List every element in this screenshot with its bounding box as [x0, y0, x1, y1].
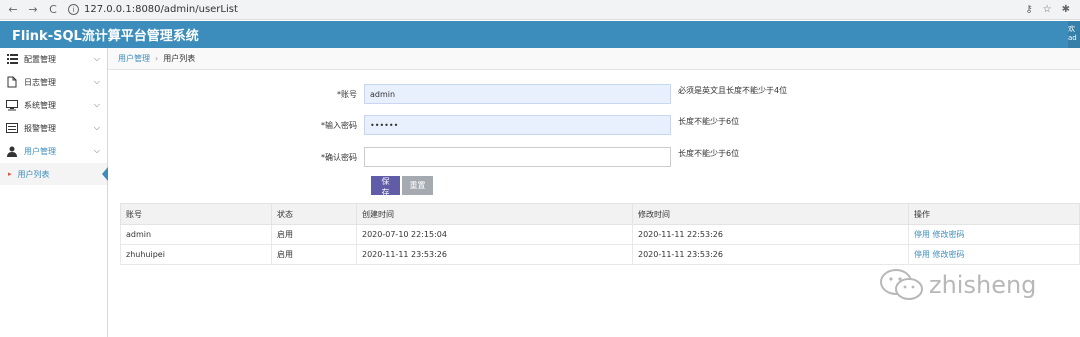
app-title[interactable]: Flink-SQL流计算平台管理系统 [12, 25, 199, 44]
cell-modified: 2020-11-11 22:53:26 [632, 224, 909, 245]
change-password-link[interactable]: 修改密码 [933, 230, 965, 239]
save-button[interactable]: 保存 [371, 176, 400, 197]
sidebar-item-users[interactable]: 用户管理 ⌵ [0, 140, 107, 163]
alert-card-icon [6, 122, 18, 134]
cell-account: zhuhuipei [120, 244, 272, 265]
sidebar-item-system[interactable]: 系统管理 ⌵ [0, 94, 107, 117]
reset-button[interactable]: 重置 [402, 176, 433, 195]
table-header-row: 账号 状态 创建时间 修改时间 操作 [120, 203, 1080, 225]
user-icon [6, 145, 18, 157]
breadcrumb: 用户管理 › 用户列表 [108, 48, 1080, 70]
account-label: *账号 [337, 89, 357, 99]
browser-toolbar: ← → C i 127.0.0.1:8080/admin/userList ⚷ … [0, 0, 1080, 20]
column-header-actions: 操作 [908, 203, 1080, 225]
monitor-icon [6, 99, 18, 111]
cell-created: 2020-11-11 23:53:26 [356, 244, 633, 265]
column-header-created: 创建时间 [356, 203, 633, 225]
chevron-down-icon: ⌵ [93, 54, 100, 63]
back-icon[interactable]: ← [6, 3, 20, 17]
table-row: admin 启用 2020-07-10 22:15:04 2020-11-11 … [120, 224, 1080, 245]
account-row: *账号 必须是英文且长度不能少于4位 [108, 84, 787, 104]
info-icon[interactable]: i [68, 4, 79, 15]
cell-actions: 停用 修改密码 [908, 224, 1080, 245]
change-password-link[interactable]: 修改密码 [933, 250, 965, 259]
sidebar: 配置管理 ⌵ 日志管理 ⌵ 系统管理 ⌵ 报警管理 ⌵ 用户管理 ⌵ ▸ 用户列… [0, 48, 108, 337]
sidebar-subitem-user-list[interactable]: ▸ 用户列表 [0, 163, 108, 185]
chevron-down-icon: ⌵ [93, 100, 100, 109]
reload-icon[interactable]: C [46, 3, 60, 17]
breadcrumb-separator-icon: › [155, 54, 159, 63]
sidebar-subitem-label: 用户列表 [17, 169, 50, 179]
sidebar-item-label: 配置管理 [24, 54, 56, 64]
chevron-down-icon: ⌵ [93, 146, 100, 155]
bullet-icon: ▸ [8, 170, 12, 178]
breadcrumb-parent[interactable]: 用户管理 [118, 53, 150, 64]
cell-status: 启用 [271, 244, 357, 265]
cell-actions: 停用 修改密码 [908, 244, 1080, 265]
forward-icon[interactable]: → [26, 3, 40, 17]
sidebar-item-config[interactable]: 配置管理 ⌵ [0, 48, 107, 71]
cell-created: 2020-07-10 22:15:04 [356, 224, 633, 245]
column-header-status: 状态 [271, 203, 357, 225]
sidebar-item-logs[interactable]: 日志管理 ⌵ [0, 71, 107, 94]
list-icon [6, 53, 18, 65]
app-header: Flink-SQL流计算平台管理系统 欢 ad [0, 21, 1080, 48]
sidebar-item-label: 报警管理 [24, 123, 56, 133]
url-text: 127.0.0.1:8080/admin/userList [84, 4, 238, 15]
cell-status: 启用 [271, 224, 357, 245]
confirm-password-input[interactable] [364, 147, 671, 167]
table-row: zhuhuipei 启用 2020-11-11 23:53:26 2020-11… [120, 244, 1080, 265]
cell-modified: 2020-11-11 23:53:26 [632, 244, 909, 265]
disable-link[interactable]: 停用 [914, 250, 930, 259]
active-indicator [102, 167, 108, 181]
disable-link[interactable]: 停用 [914, 230, 930, 239]
chevron-down-icon: ⌵ [93, 123, 100, 132]
address-bar[interactable]: i 127.0.0.1:8080/admin/userList [68, 4, 238, 15]
cell-account: admin [120, 224, 272, 245]
chevron-down-icon: ⌵ [93, 77, 100, 86]
password-row: *输入密码 长度不能少于6位 [108, 115, 739, 135]
password-label: *输入密码 [321, 120, 357, 130]
column-header-account: 账号 [120, 203, 272, 225]
password-hint: 长度不能少于6位 [678, 117, 740, 126]
extension-icon[interactable]: ✱ [1062, 4, 1070, 15]
wechat-icon [880, 269, 923, 300]
confirm-row: *确认密码 长度不能少于6位 [108, 147, 739, 167]
watermark: zhisheng [879, 268, 1036, 302]
watermark-text: zhisheng [929, 271, 1037, 299]
key-icon[interactable]: ⚷ [1025, 4, 1032, 15]
sidebar-item-alerts[interactable]: 报警管理 ⌵ [0, 117, 107, 140]
user-menu[interactable]: 欢 ad [1068, 21, 1080, 48]
password-input[interactable] [364, 115, 671, 135]
star-icon[interactable]: ☆ [1043, 4, 1052, 15]
account-input[interactable] [364, 84, 671, 104]
sidebar-item-label: 系统管理 [24, 100, 56, 110]
column-header-modified: 修改时间 [632, 203, 909, 225]
sidebar-item-label: 日志管理 [24, 77, 56, 87]
confirm-hint: 长度不能少于6位 [678, 149, 740, 158]
sidebar-item-label: 用户管理 [24, 146, 56, 156]
form-buttons: 保存 重置 [371, 176, 433, 197]
file-icon [6, 76, 18, 88]
confirm-label: *确认密码 [321, 152, 357, 162]
breadcrumb-current: 用户列表 [163, 54, 196, 63]
account-hint: 必须是英文且长度不能少于4位 [678, 86, 788, 95]
user-table: 账号 状态 创建时间 修改时间 操作 admin 启用 2020-07-10 2… [120, 203, 1080, 265]
